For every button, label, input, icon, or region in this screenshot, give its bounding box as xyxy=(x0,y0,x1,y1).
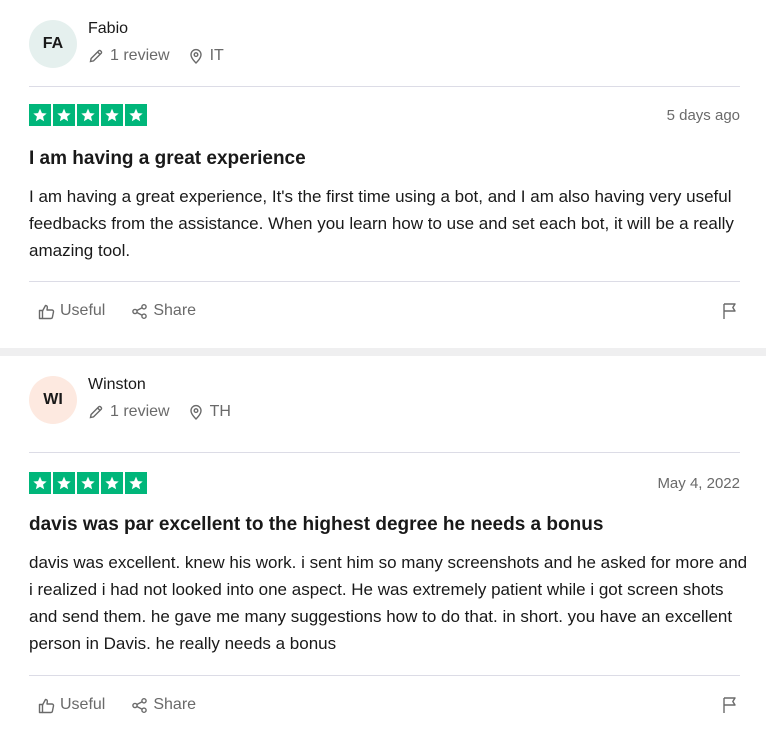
pencil-icon xyxy=(88,48,104,64)
reviewer-name[interactable]: Winston xyxy=(88,376,146,394)
divider xyxy=(29,86,740,87)
divider xyxy=(29,281,740,282)
review-body: I am having a great experience, It's the… xyxy=(29,187,734,260)
star-icon xyxy=(29,472,51,494)
review-title[interactable]: davis was par excellent to the highest d… xyxy=(29,514,603,536)
thumbs-up-icon xyxy=(38,697,55,714)
star-icon xyxy=(101,104,123,126)
review-actions: Useful Share xyxy=(38,302,222,320)
avatar-initials: WI xyxy=(43,391,63,408)
reviewer-country: IT xyxy=(209,47,224,64)
useful-label: Useful xyxy=(60,696,106,713)
divider xyxy=(29,675,740,676)
divider xyxy=(29,452,740,453)
star-icon xyxy=(125,472,147,494)
share-label: Share xyxy=(153,302,197,319)
reviewer-country: TH xyxy=(209,403,231,420)
star-icon xyxy=(77,104,99,126)
flag-icon[interactable] xyxy=(722,302,738,320)
star-icon xyxy=(53,104,75,126)
share-icon xyxy=(131,697,148,714)
star-rating xyxy=(29,104,147,126)
location-pin-icon xyxy=(188,48,204,64)
thumbs-up-icon xyxy=(38,303,55,320)
avatar[interactable]: FA xyxy=(29,20,77,68)
share-button[interactable]: Share xyxy=(131,302,196,320)
avatar[interactable]: WI xyxy=(29,376,77,424)
star-rating xyxy=(29,472,147,494)
star-icon xyxy=(29,104,51,126)
pencil-icon xyxy=(88,404,104,420)
review-count: 1 review xyxy=(110,47,170,64)
review-card: FA Fabio 1 review IT 5 days ago I am hav… xyxy=(0,0,766,348)
reviewer-meta: 1 review TH xyxy=(88,403,231,421)
reviewer-name[interactable]: Fabio xyxy=(88,20,128,38)
useful-label: Useful xyxy=(60,302,106,319)
location-pin-icon xyxy=(188,404,204,420)
review-title[interactable]: I am having a great experience xyxy=(29,148,306,170)
review-date: 5 days ago xyxy=(666,107,740,124)
review-date: May 4, 2022 xyxy=(657,475,740,492)
star-icon xyxy=(101,472,123,494)
review-body: davis was excellent. knew his work. i se… xyxy=(29,553,748,653)
share-icon xyxy=(131,303,148,320)
flag-icon[interactable] xyxy=(722,696,738,714)
review-count: 1 review xyxy=(110,403,170,420)
share-button[interactable]: Share xyxy=(131,696,196,714)
share-label: Share xyxy=(153,696,197,713)
reviewer-meta: 1 review IT xyxy=(88,47,224,65)
useful-button[interactable]: Useful xyxy=(38,302,105,320)
useful-button[interactable]: Useful xyxy=(38,696,105,714)
star-icon xyxy=(53,472,75,494)
review-separator xyxy=(0,348,766,356)
avatar-initials: FA xyxy=(42,35,64,52)
star-icon xyxy=(125,104,147,126)
star-icon xyxy=(77,472,99,494)
review-card: WI Winston 1 review TH May 4, 2022 davis… xyxy=(0,356,766,740)
review-actions: Useful Share xyxy=(38,696,222,714)
